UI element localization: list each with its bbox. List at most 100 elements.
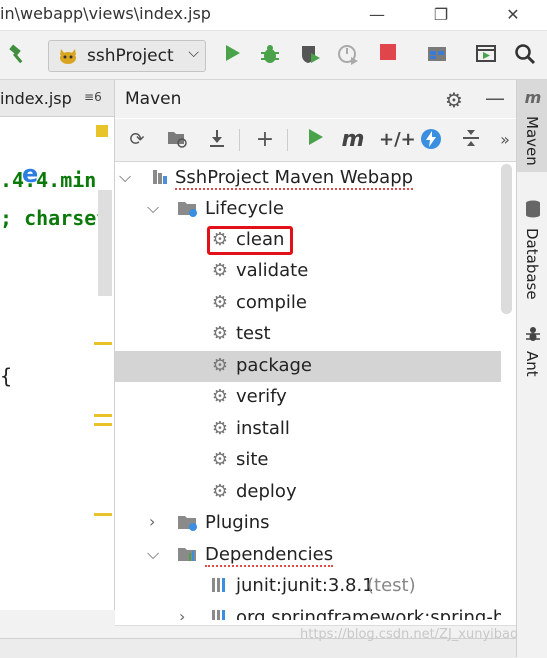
close-button[interactable]: ✕ — [500, 3, 526, 27]
profile-icon[interactable] — [336, 43, 360, 67]
maven-project-icon — [149, 167, 171, 189]
tree-row-dependencies[interactable]: ⌵ Dependencies — [115, 540, 501, 571]
gear-icon[interactable]: ⚙ — [445, 88, 463, 112]
maven-icon: m — [524, 88, 542, 107]
library-icon — [209, 607, 231, 620]
tree-row-lifecycle[interactable]: ⌵ Lifecycle — [115, 194, 501, 225]
toolbar-separator — [239, 129, 240, 151]
chevron-down-icon[interactable]: ⌵ — [147, 198, 159, 218]
presentation-icon[interactable] — [474, 43, 498, 67]
toolbar-separator — [287, 129, 288, 151]
tree-row-phase[interactable]: ⚙ clean — [115, 225, 501, 256]
library-icon — [209, 575, 231, 597]
tree-row-plugins[interactable]: › Plugins — [115, 508, 501, 539]
phase-label: verify — [236, 386, 287, 407]
code-editor[interactable]: index.jsp ≡6 e .4.4.min ; charset { — [0, 80, 115, 610]
hammer-icon[interactable] — [6, 43, 30, 67]
maven-header: Maven ⚙ — — [115, 80, 516, 118]
code-line: { — [0, 364, 13, 388]
tree-vertical-scrollbar[interactable] — [501, 164, 512, 314]
highlight-box — [207, 226, 293, 255]
search-icon[interactable] — [513, 43, 537, 67]
tree-row-phase[interactable]: ⚙ test — [115, 319, 501, 350]
chevron-down-icon[interactable]: ⌵ — [147, 544, 159, 564]
restore-button[interactable]: ❐ — [428, 3, 454, 27]
more-icon[interactable]: » — [493, 128, 517, 152]
chevron-right-icon[interactable]: › — [149, 512, 155, 531]
offline-icon[interactable] — [419, 128, 443, 152]
folder-gear-icon — [177, 198, 199, 220]
run-icon[interactable] — [220, 43, 244, 67]
debug-icon[interactable] — [258, 43, 282, 67]
tree-row-dependency[interactable]: junit:junit:3.8.1 (test) — [115, 571, 501, 602]
ant-icon — [523, 325, 543, 345]
gear-icon: ⚙ — [211, 292, 229, 313]
chevron-down-icon[interactable]: ⌵ — [119, 167, 131, 187]
phase-label: test — [236, 323, 271, 344]
project-name: SshProject Maven Webapp — [175, 167, 414, 190]
download-icon[interactable] — [205, 128, 229, 152]
reimport-icon[interactable] — [165, 128, 189, 152]
code-line: .4.4.min — [0, 168, 97, 192]
minimize-button[interactable]: — — [364, 3, 390, 27]
side-tab-maven[interactable]: m Maven — [517, 80, 547, 172]
skip-tests-icon[interactable]: +/+ — [379, 128, 416, 152]
editor-tab[interactable]: index.jsp ≡6 — [0, 80, 114, 117]
side-tab-label: Database — [523, 228, 541, 300]
tree-row-phase-selected[interactable]: ⚙ package — [115, 351, 501, 382]
chevron-down-icon: ⌵ — [188, 45, 199, 61]
tree-row-phase[interactable]: ⚙ compile — [115, 288, 501, 319]
maven-title: Maven — [125, 89, 182, 109]
maven-tree: ⌵ SshProject Maven Webapp ⌵ Lifecycle ⚙ … — [115, 162, 501, 620]
tree-row-phase[interactable]: ⚙ verify — [115, 382, 501, 413]
run-icon[interactable] — [303, 128, 327, 152]
lifecycle-label: Lifecycle — [205, 198, 284, 219]
main-toolbar: sshProject ⌵ — [0, 31, 547, 80]
right-tool-strip: m Maven Database Ant — [516, 80, 547, 657]
phase-label: compile — [236, 292, 307, 313]
hide-panel-icon[interactable]: — — [485, 86, 505, 110]
side-tab-database[interactable]: Database — [517, 200, 547, 310]
gear-icon: ⚙ — [211, 449, 229, 470]
project-structure-icon[interactable] — [425, 43, 449, 67]
tree-row-root[interactable]: ⌵ SshProject Maven Webapp — [115, 163, 501, 194]
editor-scrollbar[interactable] — [98, 190, 112, 296]
phase-label: package — [236, 355, 312, 376]
tree-row-phase[interactable]: ⚙ deploy — [115, 477, 501, 508]
dependency-name: junit:junit:3.8.1 — [236, 575, 374, 596]
editor-tab-count[interactable]: ≡6 — [84, 90, 102, 104]
refresh-icon[interactable]: ⟳ — [125, 128, 149, 152]
tree-row-phase[interactable]: ⚙ site — [115, 445, 501, 476]
gear-icon: ⚙ — [211, 260, 229, 281]
phase-label: install — [236, 418, 290, 439]
tree-row-dependency[interactable]: › org.springframework:spring-bea — [115, 603, 501, 620]
run-configuration-select[interactable]: sshProject ⌵ — [48, 40, 206, 72]
run-configuration-label: sshProject — [87, 46, 174, 66]
warning-marker — [96, 125, 108, 137]
chevron-right-icon[interactable]: › — [179, 607, 185, 620]
code-line: ; charset — [0, 206, 109, 230]
add-icon[interactable]: + — [253, 128, 277, 152]
dependencies-folder-icon — [177, 544, 199, 566]
change-marker — [94, 513, 112, 516]
tree-row-phase[interactable]: ⚙ validate — [115, 256, 501, 287]
editor-tab-label: index.jsp — [0, 89, 72, 108]
tomcat-icon — [57, 45, 79, 67]
side-tab-ant[interactable]: Ant — [517, 325, 547, 385]
gear-icon: ⚙ — [211, 418, 229, 439]
window-title: in\webapp\views\index.jsp — [0, 4, 211, 23]
stop-icon[interactable] — [376, 43, 400, 67]
title-bar: in\webapp\views\index.jsp — ❐ ✕ — [0, 0, 547, 31]
database-icon — [523, 200, 543, 220]
side-tab-label: Maven — [523, 116, 541, 166]
watermark: https://blog.csdn.net/ZJ_xunyibao — [300, 627, 518, 642]
gear-icon: ⚙ — [211, 481, 229, 502]
tree-row-phase[interactable]: ⚙ install — [115, 414, 501, 445]
collapse-icon[interactable] — [459, 128, 483, 152]
side-tab-label: Ant — [523, 351, 541, 377]
coverage-icon[interactable] — [298, 43, 322, 67]
maven-panel: Maven ⚙ — ⟳ + m +/+ » ⌵ SshProject Maven… — [115, 80, 517, 638]
phase-label: deploy — [236, 481, 297, 502]
gear-icon: ⚙ — [211, 355, 229, 376]
maven-goal-icon[interactable]: m — [341, 128, 365, 152]
